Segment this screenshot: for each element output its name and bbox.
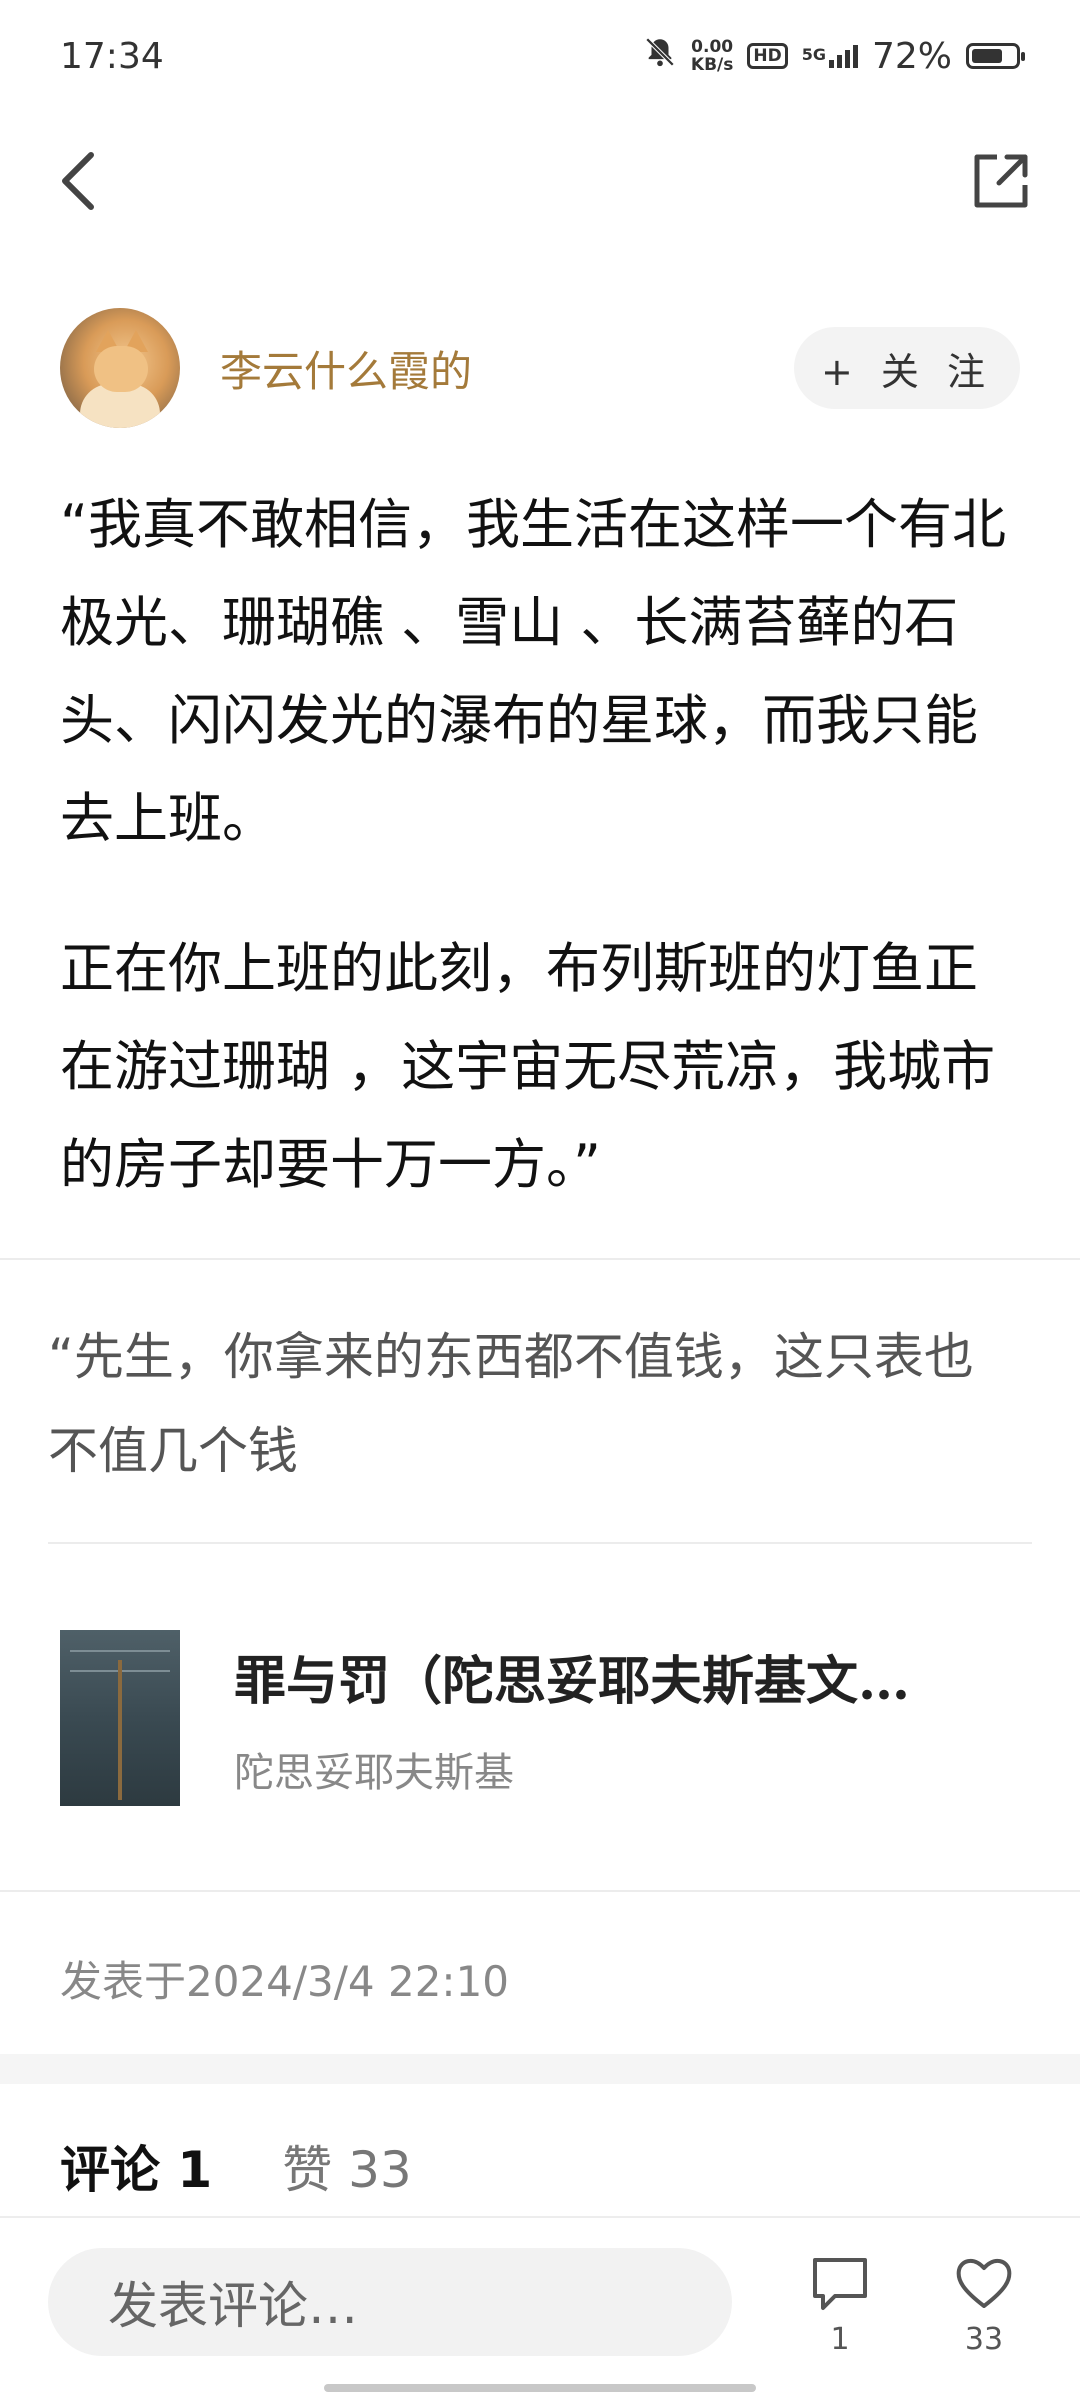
follow-button[interactable]: + 关 注: [794, 327, 1020, 409]
section-gap: [0, 2054, 1080, 2084]
tab-likes[interactable]: 赞 33: [282, 2130, 412, 2202]
comment-like-tabs: 评论 1 赞 33: [60, 2130, 412, 2202]
hd-badge: HD: [747, 43, 788, 69]
author-row: 李云什么霞的 + 关 注: [60, 308, 1020, 428]
book-cover: [60, 1630, 180, 1806]
book-excerpt[interactable]: “先生，你拿来的东西都不值钱，这只表也不值几个钱: [48, 1310, 1008, 1498]
nav-bar: [0, 112, 1080, 252]
divider: [48, 1542, 1032, 1544]
post-paragraph: 正在你上班的此刻，布列斯班的灯鱼正在游过珊瑚 ，这宇宙无尽荒凉，我城市的房子却要…: [60, 937, 996, 1196]
status-time: 17:34: [60, 35, 164, 77]
signal-icon: 5G: [801, 44, 858, 68]
battery-percent: 72%: [871, 35, 952, 77]
comment-action-button[interactable]: 1: [800, 2252, 880, 2357]
network-type: 5G: [801, 44, 826, 64]
home-indicator[interactable]: [324, 2384, 756, 2392]
tab-comments[interactable]: 评论 1: [60, 2130, 212, 2202]
heart-icon: [953, 2252, 1015, 2318]
status-icons: 0.00 KB/s HD 5G 72%: [643, 35, 1025, 78]
share-button[interactable]: [966, 148, 1036, 218]
like-action-button[interactable]: 33: [944, 2252, 1024, 2357]
book-author: 陀思妥耶夫斯基: [234, 1749, 514, 1796]
post-content: “我真不敢相信，我生活在这样一个有北极光、珊瑚礁 、雪山 、长满苔藓的石头、闪闪…: [60, 476, 1030, 1214]
battery-icon: [966, 43, 1025, 69]
network-speed: 0.00 KB/s: [691, 38, 733, 74]
share-external-icon: [971, 151, 1031, 215]
comment-count: 1: [830, 2322, 850, 2357]
bell-off-icon: [643, 35, 677, 78]
net-speed-unit: KB/s: [690, 55, 734, 75]
post-paragraph: “我真不敢相信，我生活在这样一个有北极光、珊瑚礁 、雪山 、长满苔藓的石头、闪闪…: [60, 493, 1006, 850]
post-time: 发表于2024/3/4 22:10: [60, 1957, 510, 2006]
divider: [0, 1258, 1080, 1260]
comment-input[interactable]: 发表评论…: [48, 2248, 732, 2356]
avatar[interactable]: [60, 308, 180, 428]
book-title: 罪与罚（陀思妥耶夫斯基文…: [234, 1650, 911, 1712]
book-card[interactable]: 罪与罚（陀思妥耶夫斯基文… 陀思妥耶夫斯基: [60, 1630, 1020, 1806]
author-name[interactable]: 李云什么霞的: [220, 338, 794, 399]
divider: [0, 1890, 1080, 1892]
like-count: 33: [964, 2322, 1004, 2357]
bottom-action-bar: 发表评论… 1 33: [0, 2216, 1080, 2400]
back-button[interactable]: [44, 148, 114, 218]
post-detail-page: 17:34 0.00 KB/s HD 5G 72% 李云什么霞的 + 关 注 “…: [0, 0, 1080, 2400]
book-info: 罪与罚（陀思妥耶夫斯基文… 陀思妥耶夫斯基: [234, 1639, 1020, 1798]
net-speed-value: 0.00: [691, 37, 734, 57]
status-bar: 17:34 0.00 KB/s HD 5G 72%: [0, 0, 1080, 112]
speech-bubble-icon: [809, 2252, 871, 2318]
chevron-left-icon: [57, 149, 101, 217]
